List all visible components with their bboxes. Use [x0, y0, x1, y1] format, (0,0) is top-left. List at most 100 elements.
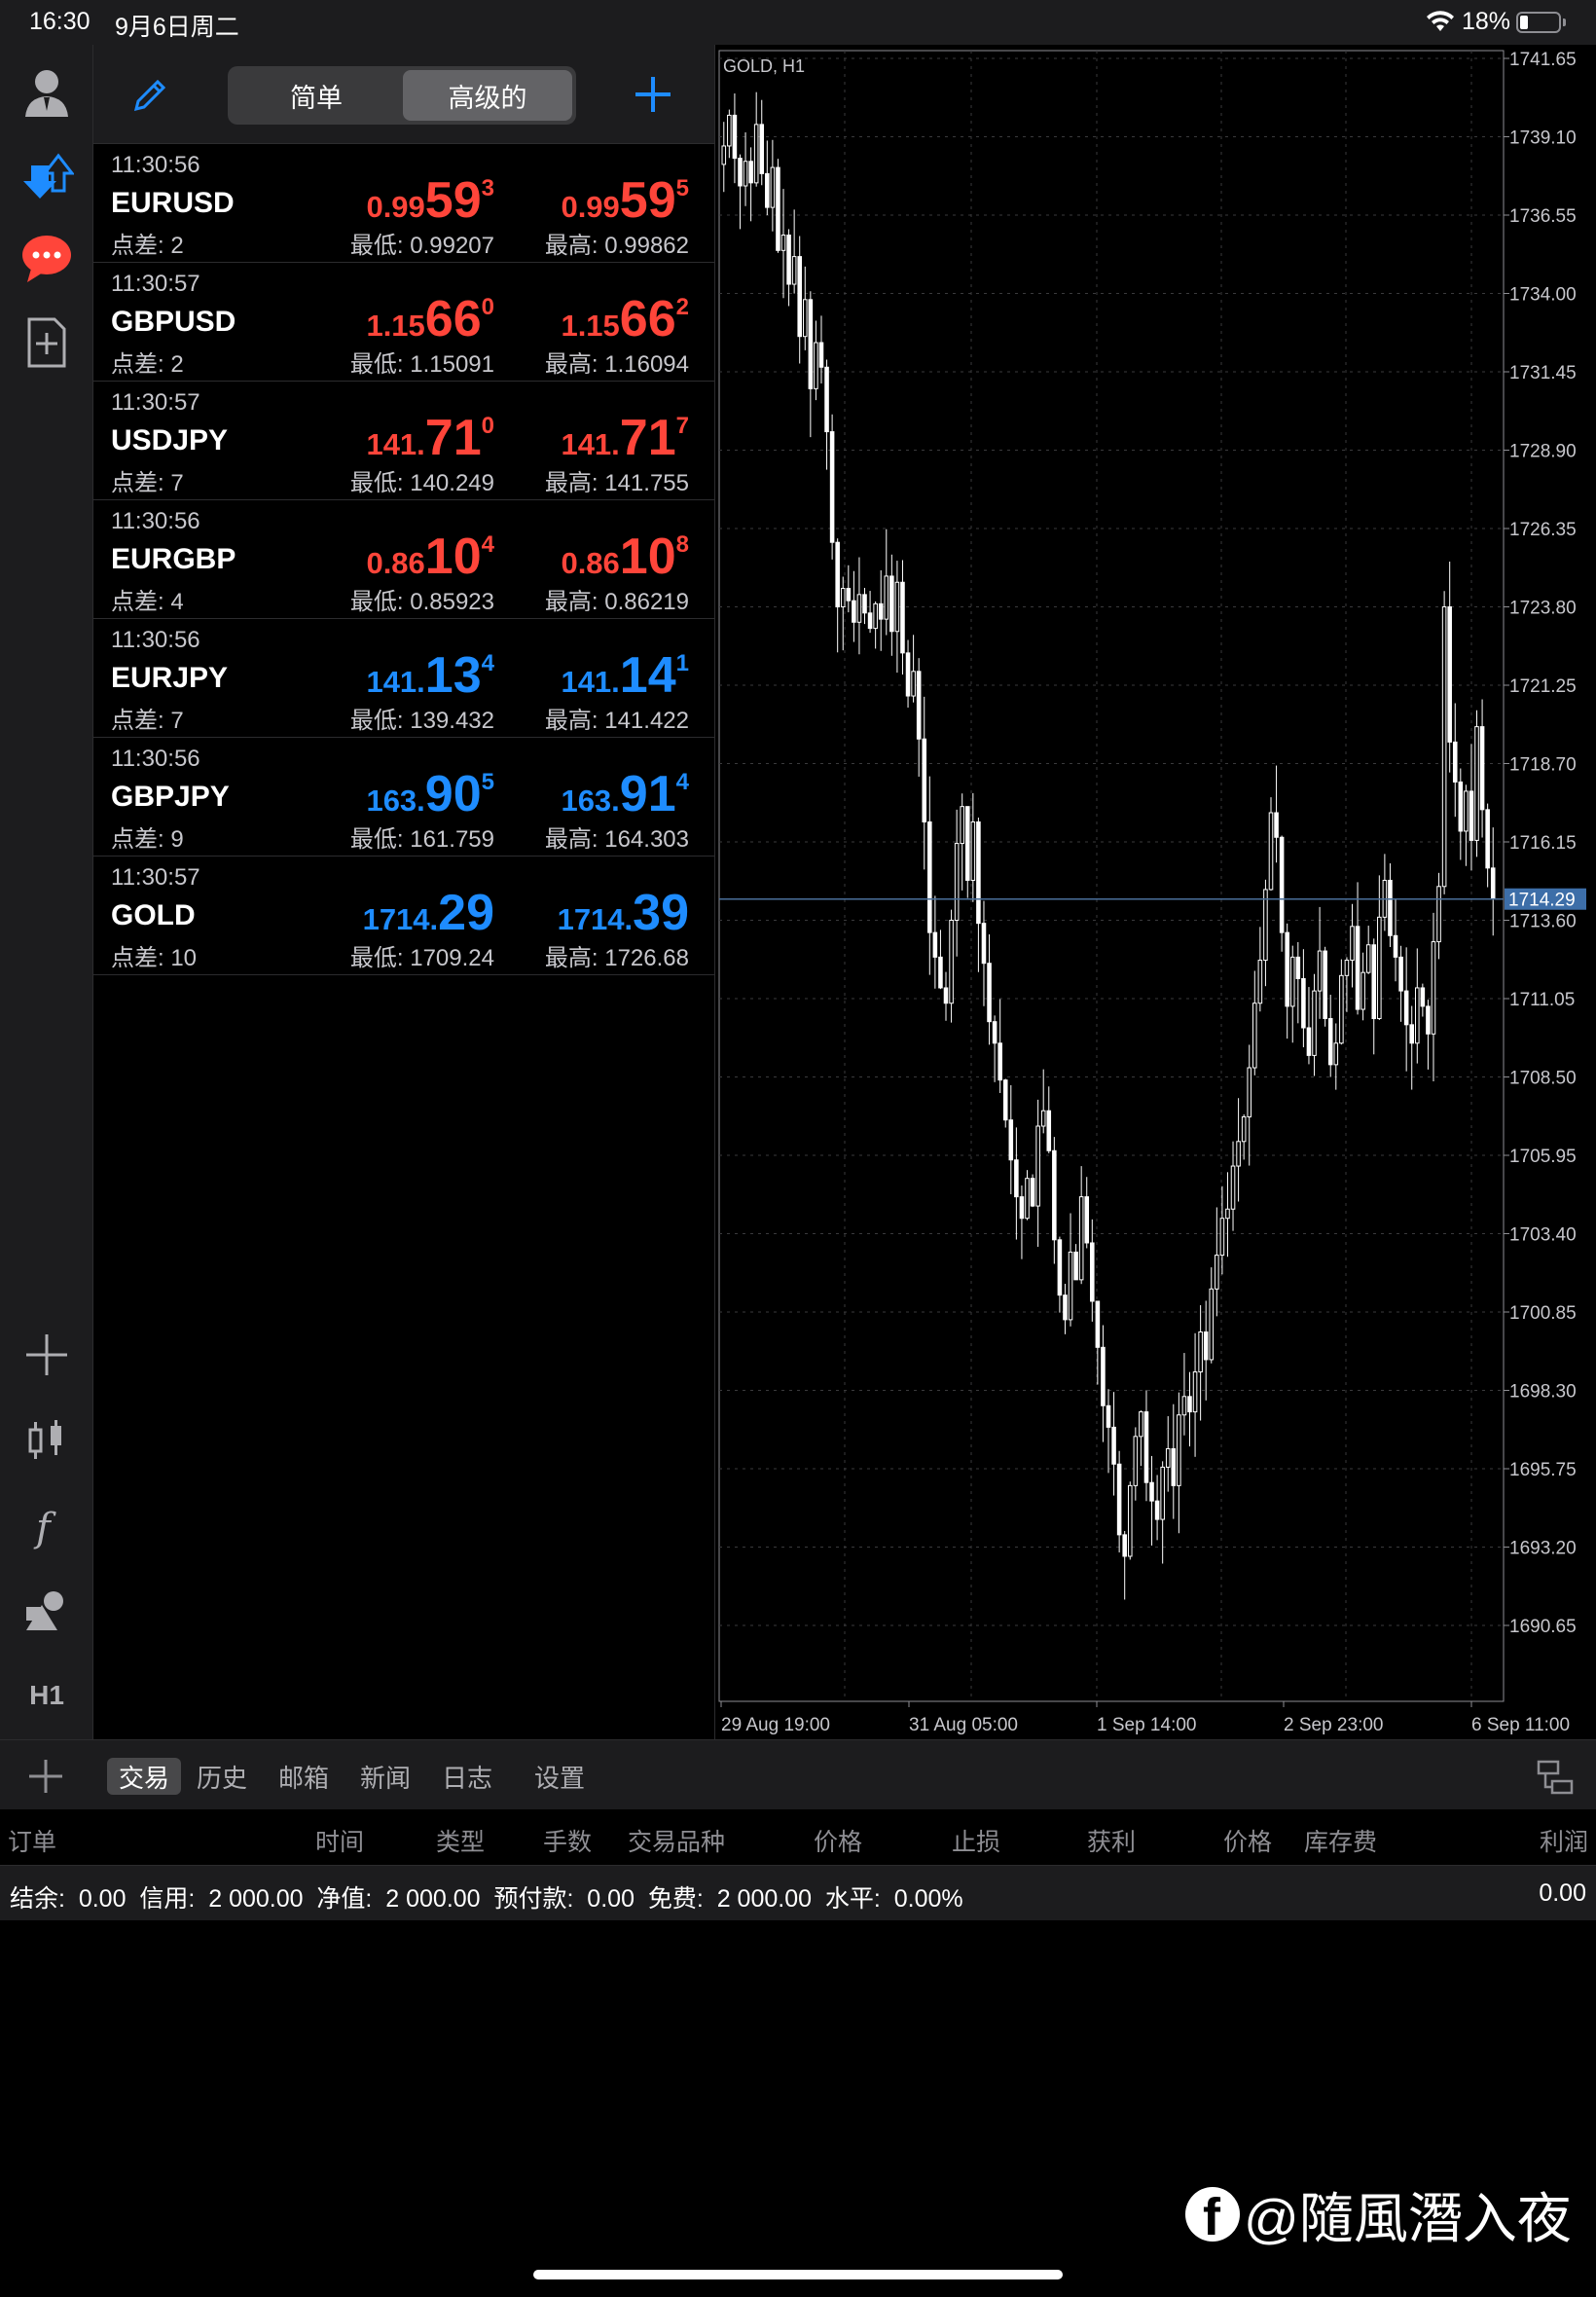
quote-low: 最低: 140.249 — [349, 470, 494, 496]
ask-price[interactable]: 141.141 — [475, 646, 689, 705]
quotes-panel: 简单 高级的 11:30:56 EURUSD 点差: 2 0.99593 0.99595… — [93, 45, 714, 1739]
quote-row[interactable]: 11:30:56 GBPJPY 点差: 9 163.905 163.914 最低: 161… — [93, 738, 714, 857]
bid-price[interactable]: 1714.29 — [280, 884, 494, 942]
battery-icon — [1516, 12, 1561, 33]
candle-up — [1068, 1251, 1073, 1321]
quote-spread: 点差: 2 — [111, 233, 184, 259]
plot-frame — [718, 50, 1505, 1702]
bid-price-pre: 1714. — [362, 902, 439, 936]
bid-price[interactable]: 1.15660 — [280, 290, 494, 348]
layout-icon[interactable] — [1536, 1758, 1575, 1797]
candle-down — [1111, 1426, 1116, 1465]
candle-up — [802, 299, 808, 338]
account-icon[interactable] — [18, 62, 76, 121]
toolbox-tab[interactable]: 设置 — [524, 1758, 596, 1795]
candle-down — [1095, 1300, 1101, 1348]
column-header[interactable]: 类型 — [436, 1823, 485, 1858]
quote-row[interactable]: 11:30:56 EURJPY 点差: 7 141.134 141.141 最低: 139… — [93, 619, 714, 738]
ask-price[interactable]: 1714.39 — [475, 884, 689, 942]
price-chart[interactable]: 1741.65 1739.10 1736.55 1734.00 1731.45 1728.… — [714, 45, 1596, 1739]
chat-icon[interactable] — [18, 230, 76, 288]
candle-down — [938, 956, 943, 989]
timeframe-button[interactable]: H1 — [18, 1666, 76, 1725]
candle-up — [721, 145, 727, 165]
edit-pencil-icon[interactable] — [128, 74, 171, 117]
candle-down — [1143, 1411, 1149, 1483]
candle-up — [911, 671, 916, 697]
candle-down — [932, 931, 938, 958]
quotes-header: 简单 高级的 — [93, 45, 714, 144]
y-tick-label: 1741.65 — [1509, 50, 1577, 70]
column-header[interactable]: 时间 — [315, 1823, 364, 1858]
quote-row[interactable]: 11:30:57 GBPUSD 点差: 2 1.15660 1.15662 最低: 1.1… — [93, 263, 714, 382]
column-header[interactable]: 订单 — [8, 1823, 56, 1858]
candle-up — [840, 588, 846, 608]
seg-advanced[interactable]: 高级的 — [403, 70, 572, 121]
candle-down — [738, 158, 743, 187]
candle-up — [1247, 1067, 1252, 1118]
candle-up — [1263, 889, 1268, 962]
ask-price[interactable]: 0.86108 — [475, 528, 689, 586]
candle-up — [1133, 1436, 1139, 1486]
column-header[interactable]: 获利 — [1087, 1823, 1136, 1858]
quote-low: 最低: 161.759 — [349, 826, 494, 853]
add-symbol-icon[interactable] — [631, 72, 675, 117]
column-header[interactable]: 止损 — [952, 1823, 1000, 1858]
bid-price-pre: 141. — [366, 665, 425, 699]
candle-up — [1312, 990, 1317, 1056]
column-header[interactable]: 库存费 — [1304, 1823, 1377, 1858]
y-tick-label: 1703.40 — [1509, 1225, 1577, 1246]
new-order-icon[interactable] — [27, 1758, 64, 1795]
y-tick-label: 1693.20 — [1509, 1539, 1577, 1559]
candle-down — [943, 987, 949, 1004]
toolbox-tab[interactable]: 历史 — [191, 1758, 253, 1795]
candle-down — [1327, 1018, 1333, 1066]
ask-price-sup: 2 — [675, 294, 689, 320]
new-document-icon[interactable] — [18, 313, 76, 372]
quote-row[interactable]: 11:30:57 USDJPY 点差: 7 141.710 141.717 最低: 140… — [93, 382, 714, 500]
ask-price-pre: 141. — [561, 427, 620, 461]
quote-row[interactable]: 11:30:56 EURUSD 点差: 2 0.99593 0.99595 最低: 0.9… — [93, 144, 714, 263]
column-header[interactable]: 手数 — [543, 1823, 592, 1858]
quote-row[interactable]: 11:30:57 GOLD 点差: 10 1714.29 1714.39 最低: 1709… — [93, 857, 714, 975]
bid-price[interactable]: 163.905 — [280, 765, 494, 823]
wifi-icon — [1426, 10, 1455, 38]
objects-icon[interactable] — [18, 1581, 76, 1639]
bid-price[interactable]: 141.710 — [280, 409, 494, 467]
home-indicator[interactable] — [533, 2270, 1063, 2279]
quote-symbol: USDJPY — [111, 424, 229, 456]
candle-down — [829, 431, 835, 543]
candle-down — [878, 602, 884, 620]
column-header[interactable]: 利润 — [1540, 1823, 1588, 1858]
candle-down — [1106, 1404, 1111, 1428]
candle-down — [818, 342, 824, 368]
ask-price[interactable]: 141.717 — [475, 409, 689, 467]
bid-price[interactable]: 141.134 — [280, 646, 494, 705]
candle-down — [1355, 926, 1360, 1010]
column-header[interactable]: 价格 — [814, 1823, 862, 1858]
bid-price[interactable]: 0.99593 — [280, 171, 494, 230]
quote-symbol: EURJPY — [111, 662, 229, 694]
toolbox-tab[interactable]: 日志 — [436, 1758, 498, 1795]
candle-up — [1257, 960, 1263, 1004]
ask-price[interactable]: 163.914 — [475, 765, 689, 823]
quote-row[interactable]: 11:30:56 EURGBP 点差: 4 0.86104 0.86108 最低: 0.8… — [93, 500, 714, 619]
toolbox-tab[interactable]: 邮箱 — [272, 1758, 335, 1795]
chart-svg[interactable]: 1741.65 1739.10 1736.55 1734.00 1731.45 1728.… — [715, 45, 1596, 1739]
candle-up — [753, 124, 759, 184]
crosshair-icon[interactable] — [18, 1326, 76, 1384]
ask-price[interactable]: 1.15662 — [475, 290, 689, 348]
y-tick-label: 1690.65 — [1509, 1617, 1577, 1637]
column-header[interactable]: 价格 — [1223, 1823, 1272, 1858]
seg-simple[interactable]: 简单 — [232, 70, 401, 121]
toolbox-tab[interactable]: 交易 — [107, 1758, 181, 1795]
indicators-icon[interactable]: f — [18, 1497, 76, 1555]
chart-type-icon[interactable] — [18, 1411, 76, 1470]
toolbox-tab[interactable]: 新闻 — [354, 1758, 417, 1795]
ask-price[interactable]: 0.99595 — [475, 171, 689, 230]
trade-arrows-icon[interactable] — [18, 146, 76, 204]
column-header[interactable]: 交易品种 — [628, 1823, 725, 1858]
bid-price[interactable]: 0.86104 — [280, 528, 494, 586]
quote-high: 最高: 141.422 — [544, 708, 689, 734]
ask-price-pre: 1.15 — [561, 309, 620, 343]
